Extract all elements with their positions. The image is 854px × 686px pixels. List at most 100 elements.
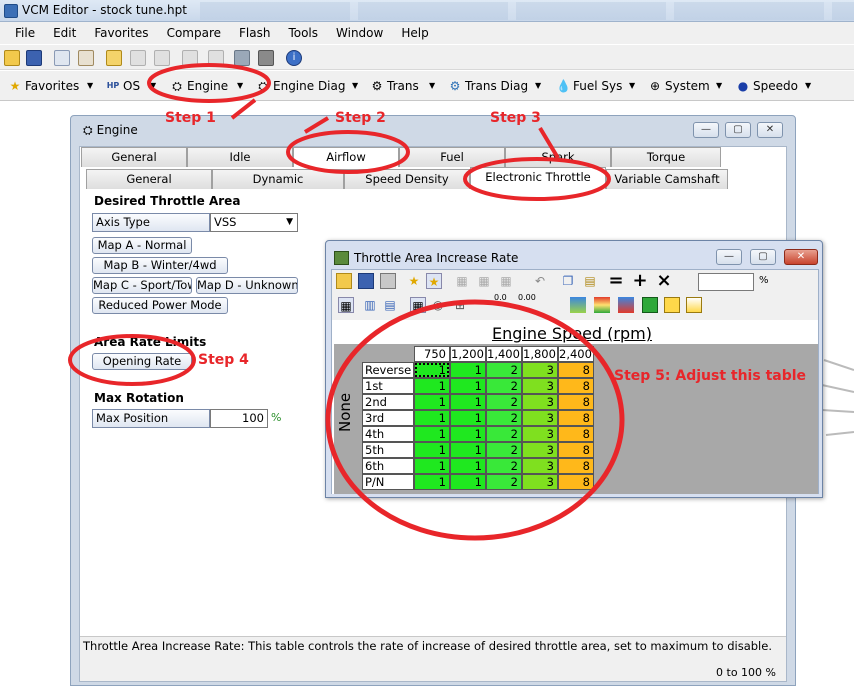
map-b-button[interactable]: Map B - Winter/4wd [92, 257, 228, 274]
close-button[interactable]: ✕ [757, 122, 783, 138]
tab-fuel[interactable]: Fuel [399, 147, 505, 167]
row-header[interactable]: 4th Gear [362, 426, 414, 456]
table-cell[interactable]: 2 [486, 426, 522, 442]
color-gradient-icon[interactable] [594, 297, 610, 313]
menu-compare[interactable]: Compare [158, 26, 230, 40]
decimal-2-label[interactable]: 0.00 [518, 293, 536, 302]
table-cell[interactable]: 1 [414, 362, 450, 378]
fuel-sys-button[interactable]: 💧 Fuel Sys [556, 78, 622, 94]
engine-dropdown-icon[interactable]: ▼ [237, 78, 243, 94]
column-header[interactable]: 2,400 [558, 346, 594, 362]
menu-help[interactable]: Help [392, 26, 437, 40]
engine-diag-dropdown-icon[interactable]: ▼ [352, 78, 358, 94]
menu-favorites[interactable]: Favorites [85, 26, 157, 40]
reduced-power-mode-button[interactable]: Reduced Power Mode [92, 297, 228, 314]
column-header[interactable]: 1,800 [522, 346, 558, 362]
paste-icon[interactable]: ▤ [582, 273, 598, 289]
minimize-button[interactable]: — [693, 122, 719, 138]
tab-spark[interactable]: Spark [505, 147, 611, 167]
column-header[interactable]: 1,200 [450, 346, 486, 362]
favorites-button[interactable]: ★ Favorites [8, 78, 80, 94]
table-cell[interactable]: 1 [450, 442, 486, 458]
table-cell[interactable]: 3 [522, 458, 558, 474]
table-cell[interactable]: 1 [450, 378, 486, 394]
row-header[interactable]: 2nd Gear [362, 394, 414, 424]
maximize-button[interactable]: ▢ [725, 122, 751, 138]
read-icon[interactable] [208, 50, 224, 66]
table-cell[interactable]: 3 [522, 362, 558, 378]
trans-diag-dropdown-icon[interactable]: ▼ [535, 78, 541, 94]
menu-file[interactable]: File [6, 26, 44, 40]
table-cell[interactable]: 1 [414, 426, 450, 442]
table-cell[interactable]: 2 [486, 410, 522, 426]
table-grid-icon[interactable] [130, 50, 146, 66]
open-star-icon[interactable] [106, 50, 122, 66]
row-header[interactable]: 1st Gear [362, 378, 414, 408]
engine-diag-button[interactable]: ⛭ Engine Diag [256, 78, 345, 94]
color-fill-icon[interactable] [642, 297, 658, 313]
notes-icon[interactable] [78, 50, 94, 66]
color-highlight-icon[interactable] [664, 297, 680, 313]
compare-graph-icon[interactable]: ▤ [382, 297, 398, 313]
speedo-dropdown-icon[interactable]: ▼ [805, 78, 811, 94]
table-cell[interactable]: 1 [414, 442, 450, 458]
chart-type-icon[interactable]: ⊞ [452, 297, 468, 313]
table-cell[interactable]: 1 [450, 458, 486, 474]
table-close-button[interactable]: ✕ [784, 249, 818, 265]
axis-type-select[interactable]: VSS ▼ [210, 213, 298, 232]
grid-view-icon[interactable]: ▦ [410, 297, 426, 313]
table-maximize-button[interactable]: ▢ [750, 249, 776, 265]
row-header[interactable]: 5th Gear [362, 442, 414, 472]
engine-button[interactable]: ⛭ Engine [170, 78, 228, 94]
color-3d-icon[interactable] [570, 297, 586, 313]
tab-airflow[interactable]: Airflow [293, 147, 399, 167]
chip-icon[interactable] [234, 50, 250, 66]
tab-variable-camshaft[interactable]: Variable Camshaft [606, 169, 728, 189]
tab-dynamic[interactable]: Dynamic [212, 169, 344, 189]
operation-value-input[interactable] [698, 273, 754, 291]
map-c-button[interactable]: Map C - Sport/Tow [92, 277, 192, 294]
document-icon[interactable] [54, 50, 70, 66]
trans-diag-button[interactable]: ⚙ Trans Diag [448, 78, 528, 94]
table-cell[interactable]: 1 [450, 362, 486, 378]
info-icon[interactable]: i [286, 50, 302, 66]
opening-rate-button[interactable]: Opening Rate [92, 353, 192, 370]
chart-settings-icon[interactable]: ◉ [430, 297, 446, 313]
row-header[interactable]: 3rd Gear [362, 410, 414, 440]
flash-icon[interactable] [182, 50, 198, 66]
table-cell[interactable]: 1 [414, 394, 450, 410]
os-button[interactable]: HP OS [106, 78, 140, 94]
table-minimize-button[interactable]: — [716, 249, 742, 265]
table-cell[interactable]: 2 [486, 442, 522, 458]
map-a-button[interactable]: Map A - Normal [92, 237, 192, 254]
table-cell[interactable]: 2 [486, 378, 522, 394]
column-header[interactable]: 1,400 [486, 346, 522, 362]
system-dropdown-icon[interactable]: ▼ [716, 78, 722, 94]
set-equal-icon[interactable]: = [608, 272, 624, 290]
fuel-sys-dropdown-icon[interactable]: ▼ [629, 78, 635, 94]
table-cell[interactable]: 1 [450, 474, 486, 490]
graph-icon[interactable]: ▥ [362, 297, 378, 313]
table-cell[interactable]: 1 [414, 474, 450, 490]
tab-airflow-general[interactable]: General [86, 169, 212, 189]
table-cell[interactable]: 1 [450, 410, 486, 426]
table-view-icon[interactable]: ▦ [338, 297, 354, 313]
decimal-1-label[interactable]: 0.0 [494, 293, 507, 302]
table-cell[interactable]: 3 [522, 426, 558, 442]
table-cell[interactable]: 1 [414, 378, 450, 394]
star-active-icon[interactable]: ★ [426, 273, 442, 289]
tab-speed-density[interactable]: Speed Density [344, 169, 470, 189]
table-cell[interactable]: 8 [558, 410, 594, 426]
table-cell[interactable]: 1 [414, 410, 450, 426]
table-cell[interactable]: 2 [486, 458, 522, 474]
table-cell[interactable]: 3 [522, 442, 558, 458]
table-cell[interactable]: 8 [558, 394, 594, 410]
table-cell[interactable]: 1 [450, 426, 486, 442]
save-icon[interactable] [26, 50, 42, 66]
star-icon[interactable]: ★ [406, 273, 422, 289]
table-cell[interactable]: 2 [486, 474, 522, 490]
column-header[interactable]: 750 [414, 346, 450, 362]
table-cell[interactable]: 8 [558, 474, 594, 490]
table-cell[interactable]: 3 [522, 394, 558, 410]
row-header[interactable]: Reverse [362, 362, 414, 378]
